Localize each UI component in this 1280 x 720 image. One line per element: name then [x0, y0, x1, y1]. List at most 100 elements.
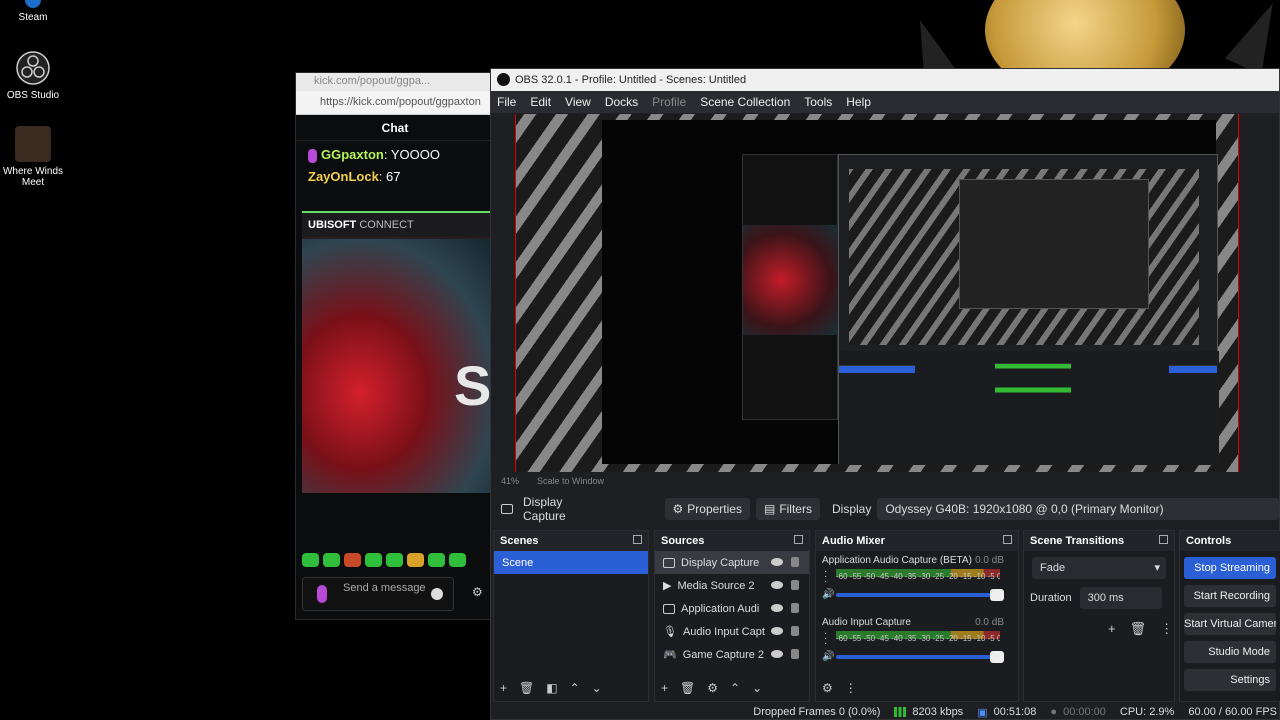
source-item[interactable]: ▶ Media Source 2 [655, 574, 809, 597]
desktop-icon-steam[interactable]: Steam [0, 0, 66, 23]
menu-help[interactable]: Help [846, 95, 871, 109]
record-time: ● 00:00:00 [1050, 706, 1106, 718]
visibility-icon[interactable] [771, 627, 783, 635]
chat-message: GGpaxton: YOOOO [296, 141, 494, 163]
mixer-channel: Audio Input Capture 0.0 dB · · · -60 -55 -… [816, 613, 1018, 675]
mixer-menu-icon[interactable]: ⋮ [845, 681, 857, 695]
lock-icon[interactable] [791, 580, 799, 590]
emoji-icon[interactable] [431, 588, 443, 600]
lock-icon[interactable] [791, 649, 799, 659]
move-down-icon[interactable]: ⌄ [592, 681, 602, 695]
source-item[interactable]: 🎙 Audio Input Capt [655, 620, 809, 643]
mic-icon[interactable] [317, 585, 327, 603]
menu-profile[interactable]: Profile [652, 95, 686, 109]
undock-icon[interactable] [1003, 535, 1012, 544]
source-item[interactable]: Display Capture [655, 551, 809, 574]
visibility-icon[interactable] [771, 604, 783, 612]
add-icon[interactable]: + [500, 681, 507, 695]
obs-icon [15, 50, 51, 86]
kick-chat-window: kick.com/popout/ggpa... https://kick.com… [295, 72, 496, 620]
menu-view[interactable]: View [565, 95, 591, 109]
speaker-icon[interactable]: 🔊 [822, 651, 834, 662]
studio-mode-button[interactable]: Studio Mode [1184, 641, 1276, 663]
source-item[interactable]: 🎮 Game Capture 2 [655, 643, 809, 666]
lock-icon[interactable] [791, 603, 799, 613]
source-toolbar: Display Capture ⚙ Properties ▤ Filters Dis… [491, 495, 1279, 523]
scale-mode-select[interactable]: Scale to Window [537, 476, 604, 488]
add-icon[interactable]: + [1108, 621, 1116, 637]
trash-icon[interactable]: 🗑 [519, 681, 534, 695]
controls-dock: Controls Stop Streaming Start Recording … [1179, 530, 1280, 702]
preview-nested-docks [839, 351, 1219, 465]
trash-icon[interactable]: 🗑 [1130, 621, 1147, 637]
chat-message-input[interactable]: Send a message [302, 577, 454, 611]
emote-icon[interactable] [449, 553, 466, 567]
transition-menu-icon[interactable]: ⋮ [1160, 621, 1173, 637]
menu-edit[interactable]: Edit [530, 95, 551, 109]
menu-tools[interactable]: Tools [804, 95, 832, 109]
emote-icon[interactable] [323, 553, 340, 567]
properties-button[interactable]: ⚙ Properties [664, 498, 750, 520]
visibility-icon[interactable] [771, 581, 783, 589]
start-recording-button[interactable]: Start Recording [1184, 585, 1276, 607]
obs-preview-canvas[interactable] [515, 114, 1239, 472]
kick-address-bar[interactable]: https://kick.com/popout/ggpaxton [296, 91, 494, 115]
lock-icon[interactable] [791, 557, 799, 567]
preview-nested-artwork [743, 225, 839, 335]
desktop-icon-where-winds-meet[interactable]: Where Winds Meet [0, 126, 66, 188]
emote-icon[interactable] [365, 553, 382, 567]
undock-icon[interactable] [633, 535, 642, 544]
source-item[interactable]: Application Audi [655, 597, 809, 620]
move-up-icon[interactable]: ⌃ [730, 681, 740, 695]
lock-icon[interactable] [791, 626, 799, 636]
zoom-level[interactable]: 41% [501, 476, 519, 488]
settings-button[interactable]: Settings [1184, 669, 1276, 691]
channel-menu-icon[interactable]: · · · [824, 567, 827, 587]
chat-username[interactable]: ZayOnLock [308, 169, 379, 184]
filters-button[interactable]: ▤ Filters [755, 498, 820, 520]
menu-file[interactable]: File [497, 95, 516, 109]
start-virtual-camera-button[interactable]: Start Virtual Camera [1184, 613, 1276, 635]
wallpaper-spike [1225, 0, 1280, 76]
emote-icon[interactable] [344, 553, 361, 567]
ubisoft-connect-embed: UBISOFT CONNECT S [302, 211, 496, 493]
visibility-icon[interactable] [771, 650, 783, 658]
scene-transitions-title: Scene Transitions [1024, 531, 1174, 551]
desktop-icon-obs[interactable]: OBS Studio [0, 50, 66, 101]
move-down-icon[interactable]: ⌄ [752, 681, 762, 695]
preview-nested-canvas [849, 169, 1199, 345]
duration-input[interactable]: 300 ms [1079, 587, 1162, 609]
display-select[interactable]: Odyssey G40B: 1920x1080 @ 0,0 (Primary M… [877, 498, 1279, 520]
move-up-icon[interactable]: ⌃ [570, 681, 580, 695]
app-window-icon [663, 603, 675, 614]
trash-icon[interactable]: 🗑 [680, 681, 695, 695]
undock-icon[interactable] [1159, 535, 1168, 544]
chat-text: : YOOOO [383, 147, 440, 162]
chat-username[interactable]: GGpaxton [321, 147, 384, 162]
obs-titlebar[interactable]: OBS 32.0.1 - Profile: Untitled - Scenes:… [491, 69, 1279, 91]
emote-icon[interactable] [302, 553, 319, 567]
menu-scene-collection[interactable]: Scene Collection [700, 95, 790, 109]
visibility-icon[interactable] [771, 558, 783, 566]
scene-filters-icon[interactable]: ◧ [546, 681, 557, 695]
speaker-icon[interactable]: 🔊 [822, 589, 834, 600]
add-icon[interactable]: + [661, 681, 668, 695]
transition-type-select[interactable]: Fade ▾ [1032, 557, 1166, 579]
display-label: Display [831, 502, 872, 516]
volume-slider[interactable] [836, 589, 1004, 601]
volume-slider[interactable] [836, 651, 1004, 663]
emote-icon[interactable] [407, 553, 424, 567]
gear-icon[interactable]: ⚙ [707, 681, 718, 695]
undock-icon[interactable] [794, 535, 803, 544]
advanced-audio-icon[interactable]: ⚙ [822, 681, 833, 695]
kick-window-title[interactable]: kick.com/popout/ggpa... [296, 73, 494, 91]
emote-icon[interactable] [428, 553, 445, 567]
duration-label: Duration [1030, 592, 1072, 604]
ubisoft-header: UBISOFT CONNECT [302, 213, 496, 237]
chat-settings-gear-icon[interactable]: ⚙ [472, 585, 483, 599]
stop-streaming-button[interactable]: Stop Streaming [1184, 557, 1276, 579]
scene-item[interactable]: Scene [494, 551, 648, 574]
channel-menu-icon[interactable]: · · · [824, 629, 827, 649]
emote-icon[interactable] [386, 553, 403, 567]
menu-docks[interactable]: Docks [605, 95, 638, 109]
